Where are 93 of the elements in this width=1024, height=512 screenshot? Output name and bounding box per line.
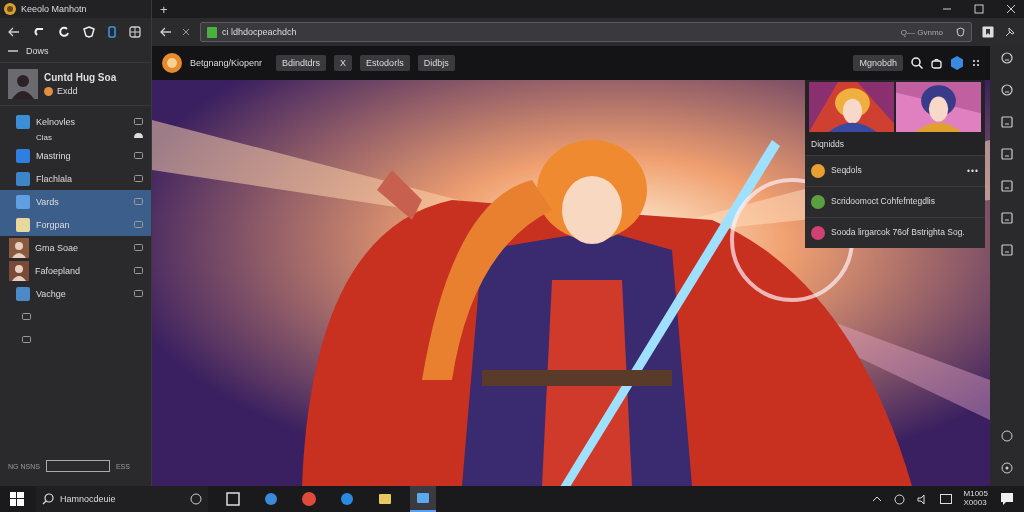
checkbox-icon[interactable] xyxy=(134,198,143,205)
sidebar-item[interactable]: Gma Soae xyxy=(0,236,151,259)
start-icon[interactable] xyxy=(10,492,24,506)
search-hint: Q— Gvnmo xyxy=(900,27,943,37)
item-note: Cias xyxy=(36,133,52,142)
speaker-icon[interactable] xyxy=(916,493,928,505)
taskbar-app[interactable] xyxy=(410,486,436,512)
rail-icon[interactable] xyxy=(1001,212,1013,224)
url-text: ci ldhdocpeachdch xyxy=(222,27,298,37)
cloud-icon xyxy=(134,133,143,138)
item-label: Vachge xyxy=(36,288,67,299)
item-label: Forgpan xyxy=(36,219,71,230)
status-icon xyxy=(44,86,53,96)
nav-label: Dows xyxy=(26,46,49,56)
app-title: Keeolo Manhotn xyxy=(21,4,87,14)
checkbox-icon[interactable] xyxy=(134,267,143,274)
search-field[interactable]: Hamnocdeuie xyxy=(36,486,208,512)
brand-name: Betgnang/Kiopenr xyxy=(190,58,263,68)
checkbox-icon[interactable] xyxy=(134,118,143,125)
shield-icon xyxy=(956,27,965,37)
app-icon xyxy=(416,491,430,505)
rail-icon[interactable] xyxy=(1001,244,1013,256)
rail-icon[interactable] xyxy=(1001,84,1013,96)
item-label: Vards xyxy=(36,196,60,207)
bookmark-icon[interactable] xyxy=(982,26,994,38)
checkbox-icon[interactable] xyxy=(134,175,143,182)
item-label: Mastring xyxy=(36,150,72,161)
checkbox-icon[interactable] xyxy=(22,313,31,320)
close-icon[interactable] xyxy=(1006,4,1016,14)
pin-icon[interactable] xyxy=(1004,26,1016,38)
back-icon[interactable] xyxy=(8,27,20,37)
sidebar-item[interactable]: Vards xyxy=(0,190,151,213)
search-icon xyxy=(42,493,54,505)
circle-icon xyxy=(264,492,278,506)
sidebar-item[interactable]: Flachlala xyxy=(0,167,151,190)
nav-tab[interactable]: Didbjs xyxy=(417,55,455,71)
checkbox-icon[interactable] xyxy=(134,152,143,159)
item-label: Fafoepland xyxy=(35,265,82,276)
redo-icon[interactable] xyxy=(33,26,45,38)
address-bar[interactable]: ci ldhdocpeachdch Q— Gvnmo xyxy=(200,22,972,42)
item-label: Gma Soae xyxy=(35,242,80,253)
keyboard-icon[interactable] xyxy=(939,494,952,504)
assistant-icon[interactable] xyxy=(190,493,202,505)
refresh-icon[interactable] xyxy=(58,26,70,38)
sidebar-item[interactable]: Mastring xyxy=(0,144,151,167)
phone-icon[interactable] xyxy=(108,26,116,38)
checkbox-icon[interactable] xyxy=(134,290,143,297)
circle-icon xyxy=(302,492,316,506)
maximize-icon[interactable] xyxy=(974,4,984,14)
back-icon[interactable] xyxy=(160,27,172,37)
grid-icon[interactable] xyxy=(129,26,141,38)
rail-icon[interactable] xyxy=(1001,116,1013,128)
item-label: Kelnovles xyxy=(36,116,77,127)
sidebar-item[interactable]: Fafoepland xyxy=(0,259,151,282)
sidebar-item[interactable]: Vachge xyxy=(0,282,151,305)
network-icon[interactable] xyxy=(893,493,905,505)
rail-icon[interactable] xyxy=(1001,430,1013,442)
dots-icon[interactable] xyxy=(972,59,980,67)
checkbox-icon[interactable] xyxy=(22,336,31,343)
checkbox-icon[interactable] xyxy=(134,221,143,228)
cube-icon[interactable] xyxy=(950,56,964,70)
shield-icon[interactable] xyxy=(83,26,95,38)
sidebar-item[interactable]: Kelnovles xyxy=(0,110,151,133)
close-icon[interactable] xyxy=(182,28,190,36)
rail-icon[interactable] xyxy=(1001,180,1013,192)
search-icon[interactable] xyxy=(911,57,923,69)
rail-icon[interactable] xyxy=(1001,52,1013,64)
logo-icon xyxy=(4,3,16,15)
avatar-icon xyxy=(8,69,38,99)
chevron-up-icon[interactable] xyxy=(871,496,882,502)
nav-tab[interactable]: Bdindtdrs xyxy=(276,55,327,71)
circle-icon xyxy=(340,492,354,506)
folder-icon xyxy=(378,492,392,506)
checkbox-icon[interactable] xyxy=(134,244,143,251)
item-label: Flachlala xyxy=(36,173,74,184)
nav-tab[interactable]: X xyxy=(334,55,353,71)
dash-icon xyxy=(8,49,18,53)
bag-icon[interactable] xyxy=(931,57,942,69)
profile-name: Cuntd Hug Soa xyxy=(44,72,117,83)
rail-icon[interactable] xyxy=(1001,148,1013,160)
new-tab-button[interactable]: + xyxy=(160,1,168,17)
brand-logo-icon xyxy=(162,53,182,73)
clock-date[interactable]: X0003 xyxy=(963,499,988,508)
rail-icon[interactable] xyxy=(1001,462,1013,474)
notification-icon[interactable] xyxy=(1000,492,1014,506)
lock-icon xyxy=(207,26,217,38)
profile-status: Exdd xyxy=(57,86,78,96)
sidebar-item[interactable]: Forgpan xyxy=(0,213,151,236)
nav-tab[interactable]: Estodorls xyxy=(360,55,410,71)
window-icon xyxy=(226,492,240,506)
clock-time[interactable]: M1005 xyxy=(963,490,988,499)
input-field[interactable] xyxy=(45,460,110,472)
action-button[interactable]: Mgnobdh xyxy=(853,55,903,71)
